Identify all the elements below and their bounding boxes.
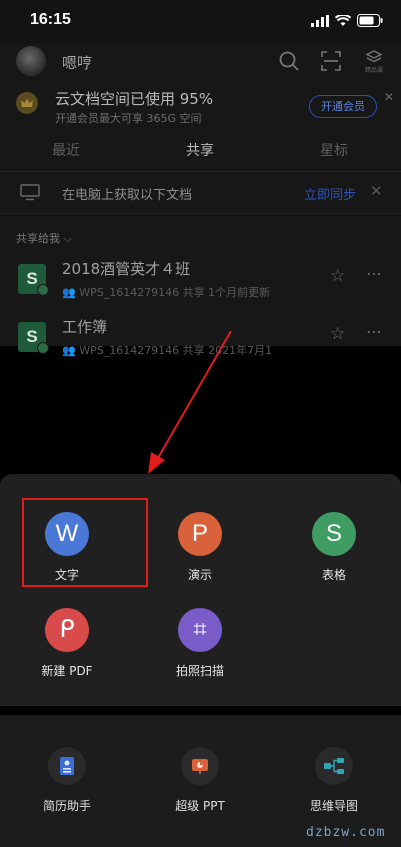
mind-map-button[interactable]: 思维导图 (284, 747, 384, 814)
status-icons (311, 14, 383, 27)
file-meta-text: WPS_1614279146 共享 1个月前更新 (79, 286, 271, 299)
presentation-icon: P (178, 512, 222, 556)
battery-icon (357, 14, 383, 27)
avatar[interactable] (16, 46, 46, 76)
file-meta-text: WPS_1614279146 共享 2021年7月1 (79, 344, 273, 357)
signal-icon (311, 14, 329, 27)
search-icon[interactable] (278, 50, 300, 72)
wifi-icon (335, 14, 351, 26)
new-pdf-button[interactable]: ᑭ 新建 PDF (22, 608, 112, 679)
close-icon[interactable]: ✕ (384, 90, 394, 104)
file-row[interactable]: S 工作簿 👥 WPS_1614279146 共享 2021年7月1 ☆ ⋯ (0, 310, 401, 366)
pdf-icon: ᑭ (45, 608, 89, 652)
tab-recent[interactable]: 最近 (52, 140, 80, 160)
star-icon[interactable]: ☆ (330, 266, 345, 286)
stack-icon (365, 50, 383, 63)
vip-subtitle: 开通会员最大可享 365G 空间 (55, 112, 202, 125)
file-meta: 👥 WPS_1614279146 共享 2021年7月1 (62, 344, 273, 357)
status-time: 16:15 (30, 11, 71, 28)
new-spreadsheet-button[interactable]: S 表格 (289, 512, 379, 583)
tool-label: 超级 PPT (175, 799, 225, 813)
action-label: 拍照扫描 (175, 664, 224, 678)
sync-banner: 在电脑上获取以下文档 立即同步 ✕ (0, 172, 401, 214)
action-label: 演示 (187, 568, 212, 582)
more-icon[interactable]: ⋯ (366, 322, 383, 341)
crown-icon (16, 92, 38, 114)
tab-bar: 最近 共享 星标 (0, 136, 401, 172)
file-row[interactable]: S 2018酒管英才４班 👥 WPS_1614279146 共享 1个月前更新 … (0, 252, 401, 308)
tool-label: 简历助手 (42, 799, 91, 813)
resume-icon (48, 747, 86, 785)
super-ppt-button[interactable]: 超级 PPT (150, 747, 250, 814)
username: 嗯哼 (62, 54, 93, 72)
vip-banner: 云文档空间已使用 95% 开通会员最大可享 365G 空间 开通会员 ✕ (0, 86, 401, 126)
action-label: 新建 PDF (41, 664, 93, 678)
monitor-icon (20, 184, 40, 201)
status-bar: 16:15 (0, 0, 401, 44)
vip-title: 云文档空间已使用 95% (55, 90, 214, 108)
shared-with-me-label: 共享给我 (16, 232, 60, 245)
file-name: 2018酒管英才４班 (62, 260, 191, 278)
documents-screen: 嗯哼 精品课 云文档空间已使用 95% 开通会员最大可享 365G 空间 开通会… (0, 44, 401, 357)
resume-assistant-button[interactable]: 简历助手 (17, 747, 117, 814)
tab-starred[interactable]: 星标 (320, 140, 348, 160)
more-icon[interactable]: ⋯ (366, 264, 383, 283)
course-icon[interactable]: 精品课 (361, 48, 387, 74)
open-membership-button[interactable]: 开通会员 (309, 95, 377, 118)
tool-label: 思维导图 (309, 799, 358, 813)
close-icon[interactable]: ✕ (370, 182, 383, 200)
watermark: dzbzw.com (306, 825, 386, 840)
shared-badge-icon (37, 342, 49, 354)
mindmap-icon (315, 747, 353, 785)
photo-scan-button[interactable]: ⌗ 拍照扫描 (155, 608, 245, 679)
action-label: 表格 (321, 568, 346, 582)
spreadsheet-icon: S (312, 512, 356, 556)
scan-icon[interactable] (320, 50, 342, 72)
highlight-box (22, 498, 148, 587)
file-name: 工作簿 (62, 318, 108, 336)
scan-icon: ⌗ (178, 608, 222, 652)
new-presentation-button[interactable]: P 演示 (155, 512, 245, 583)
ppt-icon (181, 747, 219, 785)
shared-badge-icon (37, 284, 49, 296)
course-badge-text: 精品课 (364, 67, 383, 74)
sync-now-link[interactable]: 立即同步 (304, 184, 356, 203)
top-header: 嗯哼 精品课 (0, 44, 401, 84)
file-meta: 👥 WPS_1614279146 共享 1个月前更新 (62, 286, 271, 299)
tab-shared[interactable]: 共享 (186, 140, 214, 160)
shared-with-me-filter[interactable]: 共享给我 ⌵ (16, 230, 72, 246)
sync-text: 在电脑上获取以下文档 (62, 188, 193, 203)
star-icon[interactable]: ☆ (330, 324, 345, 344)
